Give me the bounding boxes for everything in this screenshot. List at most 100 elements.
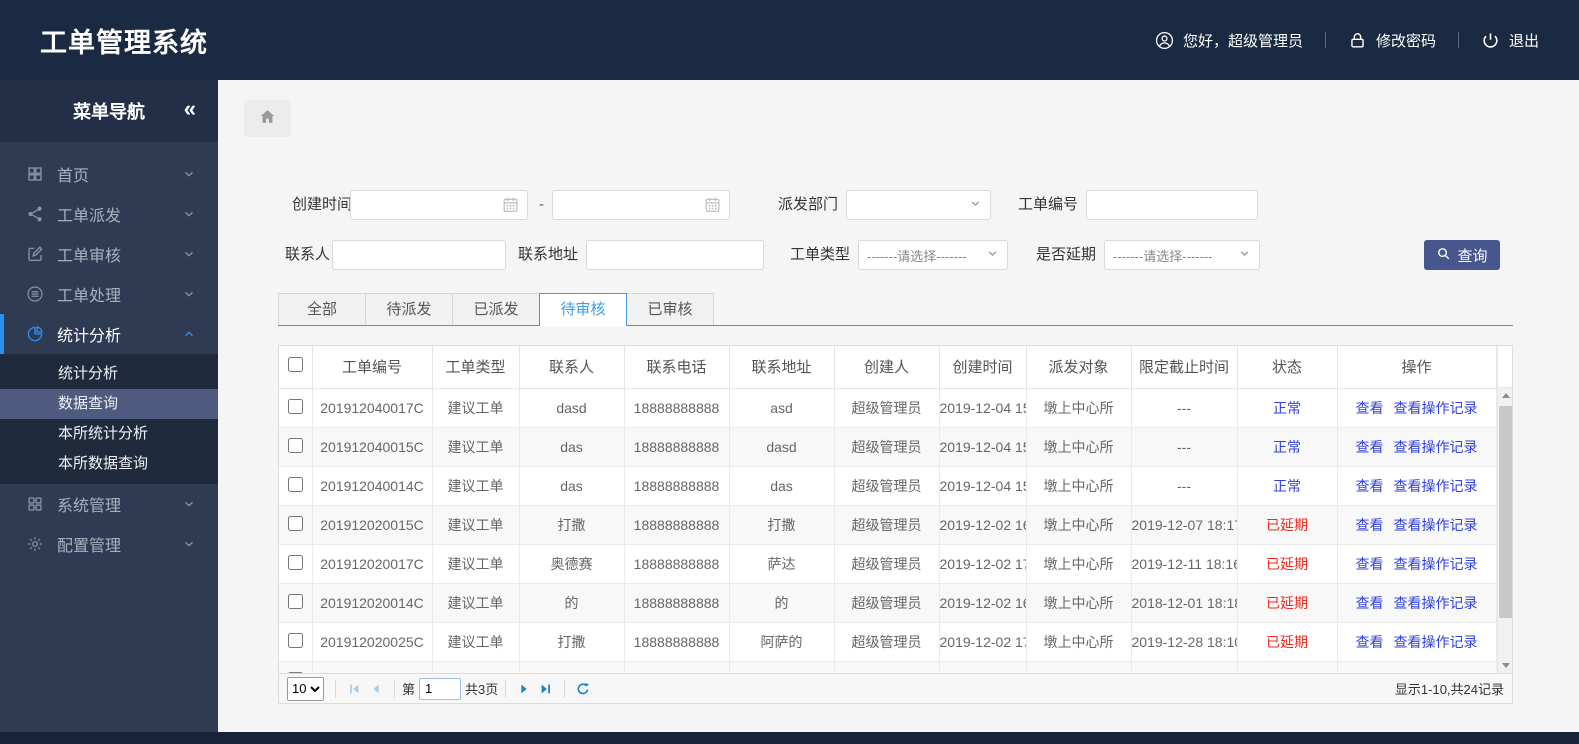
status-badge: 已延期 — [1266, 555, 1308, 572]
cell-actions: 查看 查看操作记录 — [1336, 621, 1497, 662]
row-checkbox[interactable] — [287, 476, 303, 492]
cell-contact: 奥德赛 — [518, 543, 625, 584]
delay-select[interactable]: -------请选择------- — [1104, 240, 1260, 270]
view-link[interactable]: 查看 — [1356, 439, 1384, 455]
column-header: 派发对象 — [1025, 346, 1132, 389]
row-checkbox[interactable] — [287, 398, 303, 414]
row-checkbox[interactable] — [287, 632, 303, 648]
sidebar-item-config-management[interactable]: 配置管理 — [0, 524, 218, 564]
view-operation-log-link[interactable]: 查看操作记录 — [1394, 400, 1478, 416]
page-prefix-label: 第 — [402, 682, 416, 697]
change-password-button[interactable]: 修改密码 — [1348, 30, 1436, 51]
process-icon — [26, 285, 44, 303]
tab-all[interactable]: 全部 — [278, 293, 366, 325]
sidebar-item-order-process[interactable]: 工单处理 — [0, 274, 218, 314]
lock-icon — [1348, 31, 1367, 50]
next-page-button[interactable] — [513, 678, 535, 700]
search-icon — [1436, 246, 1451, 265]
view-operation-log-link[interactable]: 查看操作记录 — [1394, 439, 1478, 455]
view-link[interactable]: 查看 — [1356, 556, 1384, 572]
view-link[interactable]: 查看 — [1356, 478, 1384, 494]
sidebar-subitem-branch-stats-analysis[interactable]: 本所统计分析 — [0, 419, 218, 449]
chevron-down-icon — [986, 247, 999, 263]
cell-deadline: 2018-12-01 18:18 — [1130, 582, 1238, 623]
row-checkbox[interactable] — [287, 554, 303, 570]
cell-status: 已延期 — [1236, 543, 1338, 584]
select-all-checkbox[interactable] — [287, 357, 303, 373]
cell-creator: 超级管理员 — [833, 543, 940, 584]
sidebar-item-order-dispatch[interactable]: 工单派发 — [0, 194, 218, 234]
tab-dispatched[interactable]: 已派发 — [452, 293, 540, 325]
view-link[interactable]: 查看 — [1356, 595, 1384, 611]
scrollbar-track[interactable] — [1497, 388, 1513, 673]
cell-actions — [1336, 660, 1497, 673]
sidebar-item-system-management[interactable]: 系统管理 — [0, 484, 218, 524]
cell-status: 已延期 — [1236, 504, 1338, 545]
column-header: 工单编号 — [311, 346, 433, 389]
header-divider — [1457, 32, 1459, 48]
sidebar-subitem-branch-data-query[interactable]: 本所数据查询 — [0, 449, 218, 479]
table-row: 201912020015C 建议工单 打撒 18888888888 打撒 超级管理员 201… — [279, 504, 1497, 545]
cell-creator: 超级管理员 — [833, 582, 940, 623]
scroll-down-arrow-icon[interactable] — [1498, 658, 1513, 673]
cell-creator: 超级管理员 — [833, 387, 940, 428]
row-checkbox[interactable] — [287, 593, 303, 609]
search-button[interactable]: 查询 — [1424, 240, 1500, 270]
scrollbar-thumb[interactable] — [1498, 406, 1512, 618]
cell-target: 墩上中心所 — [1025, 543, 1132, 584]
sidebar-subitem-stats-analysis-sub[interactable]: 统计分析 — [0, 359, 218, 389]
user-menu[interactable]: 您好，超级管理员 — [1155, 30, 1303, 51]
view-link[interactable]: 查看 — [1356, 517, 1384, 533]
page-number-input[interactable] — [419, 677, 462, 700]
cell-actions: 查看 查看操作记录 — [1336, 426, 1497, 467]
cell-status: 正常 — [1236, 465, 1338, 506]
first-page-button[interactable] — [343, 678, 365, 700]
logout-button[interactable]: 退出 — [1481, 30, 1539, 51]
cell-type: 建议工单 — [431, 621, 520, 662]
sidebar-subitem-data-query[interactable]: 数据查询 — [0, 389, 218, 419]
chevron-down-icon — [182, 247, 196, 261]
tab-reviewed[interactable]: 已审核 — [626, 293, 714, 325]
sidebar-item-home[interactable]: 首页 — [0, 154, 218, 194]
vertical-scrollbar[interactable] — [1496, 346, 1513, 673]
address-label: 联系地址 — [518, 246, 579, 263]
view-operation-log-link[interactable]: 查看操作记录 — [1394, 517, 1478, 533]
order-no-input[interactable] — [1086, 190, 1258, 220]
cell-contact: 打撒 — [518, 621, 625, 662]
create-time-to-input[interactable] — [552, 190, 730, 220]
row-checkbox[interactable] — [287, 437, 303, 453]
row-checkbox[interactable] — [287, 515, 303, 531]
sidebar-submenu: 统计分析 数据查询 本所统计分析 本所数据查询 — [0, 354, 218, 484]
cell-type: 建议工单 — [431, 582, 520, 623]
scroll-up-arrow-icon[interactable] — [1498, 388, 1513, 403]
create-time-from-input[interactable] — [350, 190, 528, 220]
view-operation-log-link[interactable]: 查看操作记录 — [1394, 634, 1478, 650]
view-link[interactable]: 查看 — [1356, 400, 1384, 416]
sidebar-item-order-review[interactable]: 工单审核 — [0, 234, 218, 274]
column-header: 联系地址 — [728, 346, 835, 389]
view-operation-log-link[interactable]: 查看操作记录 — [1394, 478, 1478, 494]
last-page-button[interactable] — [535, 678, 557, 700]
view-operation-log-link[interactable]: 查看操作记录 — [1394, 595, 1478, 611]
row-checkbox[interactable] — [287, 671, 303, 673]
view-link[interactable]: 查看 — [1356, 634, 1384, 650]
column-header: 联系电话 — [623, 346, 730, 389]
tab-pending-review[interactable]: 待审核 — [539, 293, 627, 326]
scrollbar-header-stub — [1497, 346, 1512, 388]
power-icon — [1481, 31, 1500, 50]
refresh-icon[interactable] — [572, 678, 594, 700]
pagination-divider — [394, 679, 395, 698]
collapse-sidebar-icon[interactable]: « — [184, 96, 198, 122]
cell-created: 2019-12-02 16 — [938, 582, 1027, 623]
address-input[interactable] — [586, 240, 764, 270]
contact-input[interactable] — [332, 240, 506, 270]
prev-page-button[interactable] — [365, 678, 387, 700]
order-type-select[interactable]: -------请选择------- — [858, 240, 1008, 270]
page-size-select[interactable]: 10 — [287, 676, 324, 701]
breadcrumb-home-button[interactable] — [244, 100, 291, 137]
dispatch-dept-select[interactable] — [846, 190, 991, 220]
cell-contact: 打撒 — [518, 504, 625, 545]
sidebar-item-stats-analysis[interactable]: 统计分析 — [0, 314, 218, 354]
tab-pending-dispatch[interactable]: 待派发 — [365, 293, 453, 325]
view-operation-log-link[interactable]: 查看操作记录 — [1394, 556, 1478, 572]
